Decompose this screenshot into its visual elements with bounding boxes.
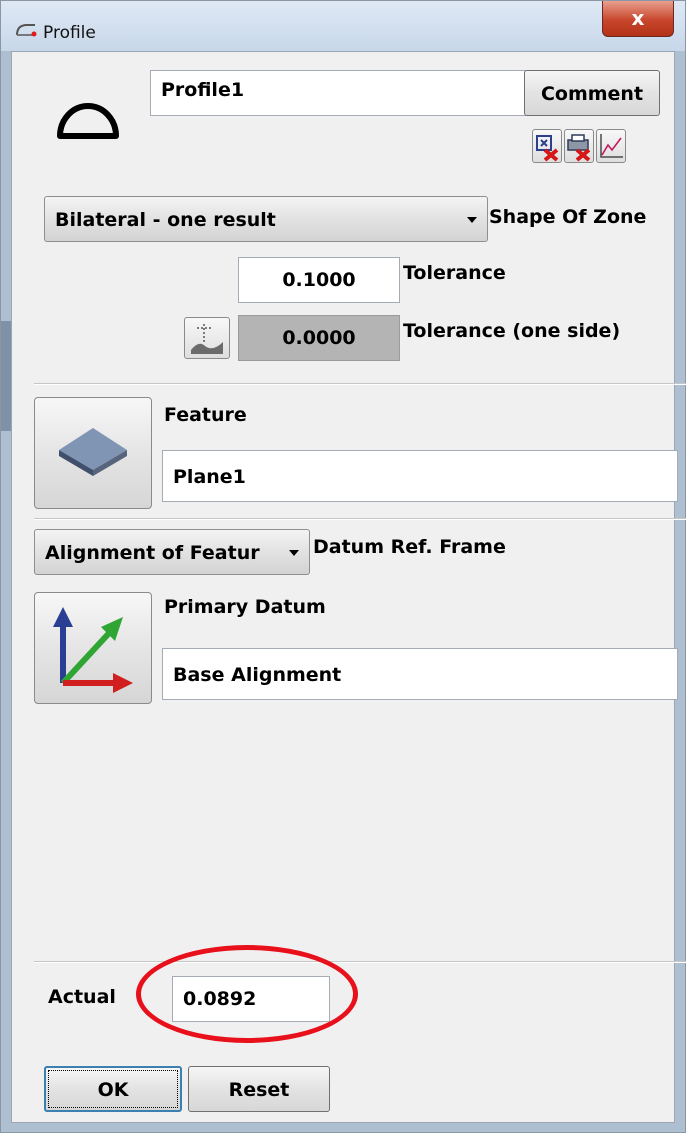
divider bbox=[34, 518, 686, 520]
dialog-content: Profile1 Comment Bilateral - one result … bbox=[11, 51, 686, 1123]
window-title: Profile bbox=[43, 23, 96, 43]
tolerance-one-side-field: 0.0000 bbox=[238, 315, 400, 361]
dimension-name-value: Profile1 bbox=[161, 79, 245, 101]
divider bbox=[34, 383, 686, 385]
tolerance-field[interactable]: 0.1000 bbox=[238, 257, 400, 303]
primary-datum-label: Primary Datum bbox=[164, 596, 326, 618]
tolerance-label: Tolerance bbox=[403, 262, 506, 284]
feature-field[interactable]: Plane1 bbox=[162, 450, 678, 502]
close-icon: x bbox=[631, 6, 645, 30]
highlight-ellipse bbox=[136, 945, 358, 1043]
datum-ref-frame-select[interactable]: Alignment of Featur bbox=[34, 529, 310, 575]
alignment-axes-icon bbox=[53, 607, 133, 693]
tolerance-side-button[interactable] bbox=[184, 317, 230, 359]
primary-datum-field[interactable]: Base Alignment bbox=[162, 648, 678, 700]
actual-label: Actual bbox=[48, 986, 116, 1008]
primary-datum-value: Base Alignment bbox=[173, 664, 342, 686]
divider bbox=[34, 961, 686, 963]
feature-label: Feature bbox=[164, 404, 247, 426]
chevron-down-icon bbox=[467, 217, 477, 223]
reset-button[interactable]: Reset bbox=[188, 1066, 330, 1112]
tolerance-one-side-label: Tolerance (one side) bbox=[403, 320, 621, 342]
shape-of-zone-label: Shape Of Zone bbox=[489, 206, 647, 228]
ok-button[interactable]: OK bbox=[44, 1066, 182, 1112]
tolerance-value: 0.1000 bbox=[282, 269, 356, 291]
tolerance-zone-icon bbox=[191, 324, 223, 354]
delete-print-icon bbox=[567, 134, 591, 162]
profile-of-surface-symbol-icon bbox=[57, 103, 119, 139]
datum-ref-frame-selected: Alignment of Featur bbox=[45, 542, 260, 564]
datum-ref-frame-label: Datum Ref. Frame bbox=[313, 536, 506, 558]
plane-icon bbox=[59, 428, 127, 476]
delete-dimension-button[interactable] bbox=[532, 129, 562, 163]
delete-print-button[interactable] bbox=[564, 129, 594, 163]
select-primary-datum-button[interactable] bbox=[34, 592, 152, 704]
profile-dialog: Profile x Profile1 Comment Bilateral - o… bbox=[0, 0, 686, 1133]
graph-button[interactable] bbox=[596, 129, 626, 163]
profile-app-icon bbox=[16, 24, 37, 37]
title-bar[interactable]: Profile x bbox=[1, 1, 685, 51]
chevron-down-icon bbox=[289, 550, 299, 556]
delete-dimension-icon bbox=[536, 135, 559, 162]
window-edge-accent bbox=[1, 321, 11, 431]
comment-button[interactable]: Comment bbox=[524, 70, 660, 116]
tolerance-one-side-value: 0.0000 bbox=[282, 327, 356, 349]
close-button[interactable]: x bbox=[602, 1, 674, 37]
shape-of-zone-selected: Bilateral - one result bbox=[55, 209, 276, 231]
feature-value: Plane1 bbox=[173, 466, 246, 488]
select-feature-button[interactable] bbox=[34, 397, 152, 509]
graph-icon bbox=[600, 134, 623, 158]
shape-of-zone-select[interactable]: Bilateral - one result bbox=[44, 196, 488, 242]
dimension-name-field[interactable]: Profile1 bbox=[150, 70, 526, 116]
